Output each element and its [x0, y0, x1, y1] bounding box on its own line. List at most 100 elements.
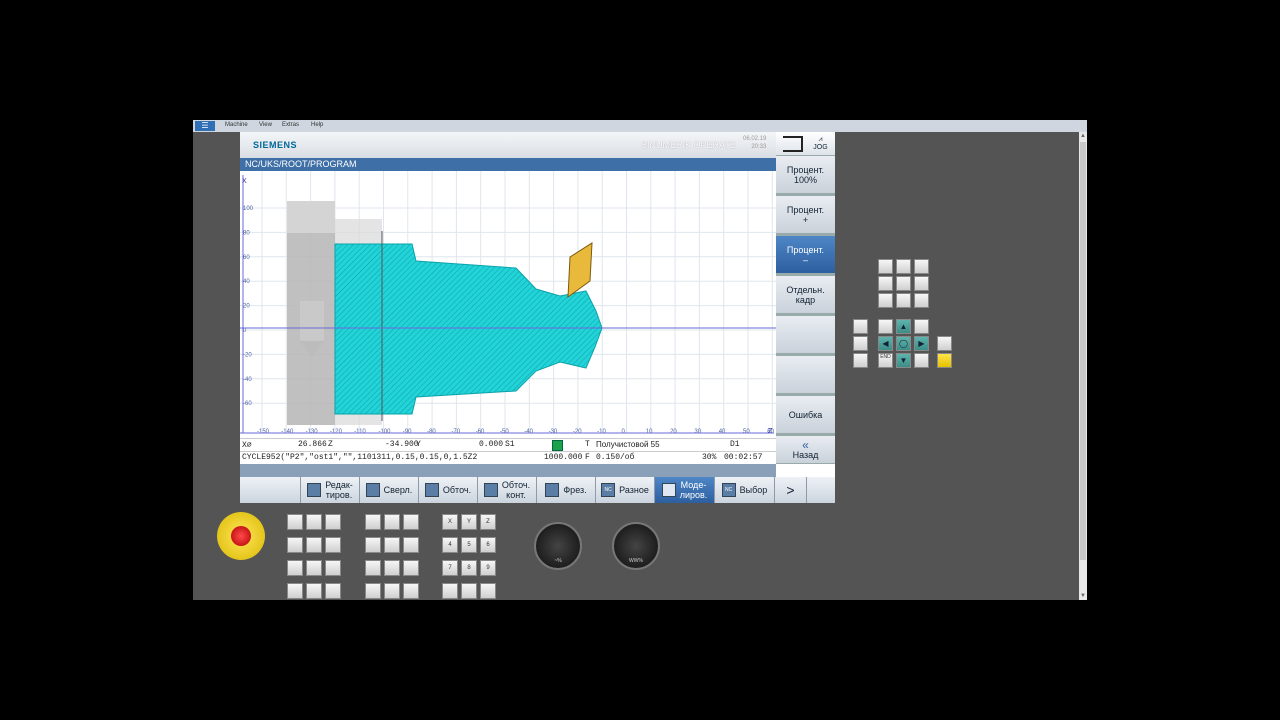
cursor-down-icon[interactable]: ▼	[896, 353, 911, 368]
scroll-down-icon[interactable]: ▼	[1079, 592, 1087, 600]
side-empty-1[interactable]	[776, 316, 835, 354]
softkey-empty[interactable]	[240, 477, 300, 503]
y-tick-label: 20	[243, 304, 250, 310]
blank-key[interactable]	[365, 537, 381, 553]
end-key[interactable]: END	[878, 353, 893, 368]
blank-key[interactable]	[403, 583, 419, 599]
function-key[interactable]	[896, 276, 911, 291]
function-key[interactable]	[853, 336, 868, 351]
axis-7-key[interactable]: 7	[442, 560, 458, 576]
axis-5-key[interactable]: 5	[461, 537, 477, 553]
spindle-override-knob[interactable]: WW%	[612, 522, 660, 570]
menu-hamburger-icon[interactable]: ☰	[195, 121, 215, 131]
function-key[interactable]	[878, 259, 893, 274]
percent-plus-button[interactable]: Процент. +	[776, 196, 835, 234]
machine-key[interactable]	[287, 583, 303, 599]
scroll-thumb[interactable]	[1080, 142, 1086, 560]
simulate-button[interactable]: Моде- лиров.	[654, 477, 714, 503]
machine-key[interactable]	[325, 537, 341, 553]
axis-4-key[interactable]: 4	[442, 537, 458, 553]
machine-key[interactable]	[306, 560, 322, 576]
machine-key[interactable]	[306, 537, 322, 553]
back-button[interactable]: « Назад	[776, 436, 835, 464]
function-key[interactable]	[914, 353, 929, 368]
x-tick-label: 50	[743, 429, 750, 435]
axis-key-blank-2[interactable]	[461, 583, 477, 599]
function-key[interactable]	[914, 259, 929, 274]
menu-extras[interactable]: Extras	[282, 122, 299, 128]
spindle-override-label: WW%	[629, 558, 643, 564]
axis-8-key[interactable]: 8	[461, 560, 477, 576]
next-softkeys-button[interactable]: >	[774, 477, 806, 503]
axis-z-key[interactable]: Z	[480, 514, 496, 530]
menu-machine[interactable]: Machine	[225, 122, 248, 128]
machine-key[interactable]	[325, 514, 341, 530]
blank-key[interactable]	[365, 583, 381, 599]
blank-key[interactable]	[384, 537, 400, 553]
blank-key[interactable]	[365, 560, 381, 576]
axis-x-key[interactable]: X	[442, 514, 458, 530]
axis-6-key[interactable]: 6	[480, 537, 496, 553]
input-key[interactable]	[937, 336, 952, 351]
machine-key[interactable]	[306, 583, 322, 599]
menu-view[interactable]: View	[259, 122, 272, 128]
machine-key[interactable]	[287, 537, 303, 553]
machine-key[interactable]	[325, 560, 341, 576]
x-tick-label: -30	[549, 429, 558, 435]
machine-key[interactable]	[287, 514, 303, 530]
simulation-view[interactable]: -150 -140 -130 -120 -110 -100 -90 -80 -70 -60 -50-…	[240, 171, 875, 438]
cursor-up-icon[interactable]: ▲	[896, 319, 911, 334]
percent-minus-button[interactable]: Процент. –	[776, 236, 835, 274]
blank-key[interactable]	[403, 514, 419, 530]
function-key[interactable]	[853, 319, 868, 334]
scroll-up-icon[interactable]: ▲	[1079, 132, 1087, 140]
side-empty-2[interactable]	[776, 356, 835, 394]
axis-key-blank-1[interactable]	[442, 583, 458, 599]
edit-button[interactable]: Редак- тиров.	[300, 477, 359, 503]
drill-button[interactable]: Сверл.	[359, 477, 418, 503]
menu-help[interactable]: Help	[311, 122, 323, 128]
mill-button[interactable]: Фрез.	[536, 477, 595, 503]
f-label: F	[585, 453, 590, 462]
feed-override-knob[interactable]: ~%	[534, 522, 582, 570]
contour-turn-button[interactable]: Обточ. конт.	[477, 477, 536, 503]
blank-key[interactable]	[384, 583, 400, 599]
percent-100-button[interactable]: Процент. 100%	[776, 156, 835, 194]
function-key[interactable]	[914, 276, 929, 291]
cursor-left-icon[interactable]: ◀	[878, 336, 893, 351]
function-key[interactable]	[878, 276, 893, 291]
window-scrollbar[interactable]: ▲ ▼	[1079, 132, 1087, 600]
select-button[interactable]: NC Выбор	[714, 477, 774, 503]
function-key[interactable]	[878, 319, 893, 334]
single-block-button[interactable]: Отдельн. кадр	[776, 276, 835, 314]
axis-y-key[interactable]: Y	[461, 514, 477, 530]
jog-icon[interactable]: ⩘ JOG	[813, 136, 827, 152]
blank-key[interactable]	[384, 514, 400, 530]
rapid-key[interactable]	[480, 583, 496, 599]
cursor-right-icon[interactable]: ▶	[914, 336, 929, 351]
function-key[interactable]	[914, 293, 929, 308]
machine-key[interactable]	[287, 560, 303, 576]
function-key[interactable]	[853, 353, 868, 368]
menubar: ☰ Machine View Extras Help	[193, 120, 1087, 132]
error-button[interactable]: Ошибка	[776, 396, 835, 434]
function-key[interactable]	[896, 259, 911, 274]
time: 20:33	[751, 144, 767, 150]
emergency-stop-button[interactable]	[217, 512, 265, 560]
softkey-empty-right[interactable]	[806, 477, 835, 503]
turn-button[interactable]: Обточ.	[418, 477, 477, 503]
blank-key[interactable]	[365, 514, 381, 530]
blank-key[interactable]	[403, 560, 419, 576]
function-key[interactable]	[878, 293, 893, 308]
blank-key[interactable]	[403, 537, 419, 553]
input-confirm-key[interactable]	[937, 353, 952, 368]
machine-key[interactable]	[325, 583, 341, 599]
machine-key[interactable]	[306, 514, 322, 530]
function-key[interactable]	[914, 319, 929, 334]
axis-9-key[interactable]: 9	[480, 560, 496, 576]
channel-icon[interactable]	[783, 135, 804, 152]
function-key[interactable]	[896, 293, 911, 308]
misc-button[interactable]: NC Разное	[595, 477, 654, 503]
select-icon[interactable]: ◯	[896, 336, 911, 351]
blank-key[interactable]	[384, 560, 400, 576]
